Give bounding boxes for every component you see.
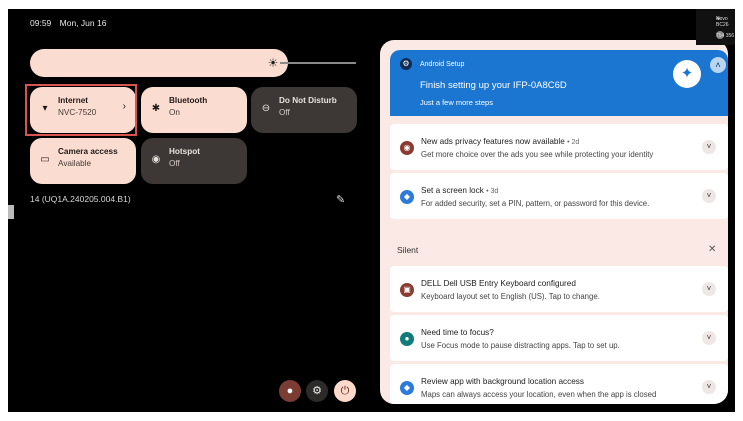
selection-highlight bbox=[25, 84, 137, 136]
notification-ads-privacy[interactable]: ◉ New ads privacy features now available… bbox=[390, 124, 728, 170]
power-icon[interactable]: ⏻ bbox=[334, 380, 356, 402]
bluetooth-icon: ✱ bbox=[151, 103, 161, 114]
overlay-line-1: Novo BC26 bbox=[716, 16, 729, 28]
chevron-down-icon[interactable]: ˅ bbox=[702, 380, 716, 394]
tile-bluetooth-subtitle: On bbox=[169, 108, 180, 117]
tile-camera-access[interactable]: ▭ Camera access Available bbox=[30, 138, 136, 184]
notification-title: DELL Dell USB Entry Keyboard configured bbox=[421, 279, 576, 288]
clock: 09:59 bbox=[30, 18, 52, 28]
brightness-icon[interactable]: ☀ bbox=[266, 56, 280, 70]
hotspot-icon: ◉ bbox=[151, 154, 161, 165]
notification-panel: ⚙ Android Setup Finish setting up your I… bbox=[380, 40, 728, 404]
status-bar: 09:59 Mon, Jun 16 bbox=[30, 18, 112, 28]
notification-desc: For added security, set a PIN, pattern, … bbox=[421, 199, 650, 208]
tile-hotspot-title: Hotspot bbox=[169, 147, 200, 156]
notification-location[interactable]: ◆ Review app with background location ac… bbox=[390, 364, 728, 404]
overlay-line-2: 754 356 bbox=[716, 33, 735, 39]
notification-focus[interactable]: ● Need time to focus? Use Focus mode to … bbox=[390, 315, 728, 361]
shield-icon: ◆ bbox=[400, 381, 414, 395]
tile-bluetooth[interactable]: ✱ Bluetooth On bbox=[141, 87, 247, 133]
setup-subtitle: Just a few more steps bbox=[420, 98, 493, 107]
tile-camera-title: Camera access bbox=[58, 147, 118, 156]
setup-app-name: Android Setup bbox=[420, 61, 465, 68]
tile-do-not-disturb[interactable]: ⊖ Do Not Disturb Off bbox=[251, 87, 357, 133]
chevron-up-icon[interactable]: ˄ bbox=[710, 57, 726, 73]
notification-desc: Get more choice over the ads you see whi… bbox=[421, 150, 654, 159]
notification-keyboard[interactable]: ▣ DELL Dell USB Entry Keyboard configure… bbox=[390, 266, 728, 312]
shield-icon: ◆ bbox=[400, 190, 414, 204]
chevron-down-icon[interactable]: ˅ bbox=[702, 282, 716, 296]
notification-title: Review app with background location acce… bbox=[421, 377, 584, 386]
tile-hotspot-subtitle: Off bbox=[169, 159, 180, 168]
overlay-badge: ⌖ Novo BC26 754 356 bbox=[696, 9, 735, 45]
brightness-track bbox=[280, 62, 356, 64]
notification-title: Set a screen lock • 3d bbox=[421, 186, 498, 195]
notification-title: New ads privacy features now available •… bbox=[421, 137, 579, 146]
tile-camera-subtitle: Available bbox=[58, 159, 92, 168]
close-icon[interactable]: ✕ bbox=[708, 244, 716, 255]
tile-dnd-title: Do Not Disturb bbox=[279, 96, 337, 105]
notification-title: Need time to focus? bbox=[421, 328, 494, 337]
user-icon[interactable]: ● bbox=[279, 380, 301, 402]
left-edge-handle[interactable] bbox=[8, 205, 14, 219]
edit-pencil-icon[interactable]: ✎ bbox=[336, 193, 345, 206]
camera-icon: ▭ bbox=[40, 154, 50, 165]
keyboard-icon: ▣ bbox=[400, 283, 414, 297]
notification-title-text: New ads privacy features now available bbox=[421, 137, 565, 146]
silent-section-header: Silent bbox=[397, 245, 419, 255]
tile-bluetooth-title: Bluetooth bbox=[169, 96, 208, 105]
do-not-disturb-icon: ⊖ bbox=[261, 103, 271, 114]
setup-title: Finish setting up your IFP-0A8C6D bbox=[420, 80, 567, 91]
focus-icon: ● bbox=[400, 332, 414, 346]
chevron-down-icon[interactable]: ˅ bbox=[702, 140, 716, 154]
notification-desc: Use Focus mode to pause distracting apps… bbox=[421, 341, 620, 350]
notification-time: • 2d bbox=[567, 139, 580, 146]
notification-time: • 3d bbox=[486, 188, 499, 195]
build-number: 14 (UQ1A.240205.004.B1) bbox=[30, 194, 131, 204]
android-setup-notification[interactable]: ⚙ Android Setup Finish setting up your I… bbox=[390, 50, 728, 116]
notification-screen-lock[interactable]: ◆ Set a screen lock • 3d For added secur… bbox=[390, 173, 728, 219]
settings-gear-icon[interactable]: ⚙ bbox=[306, 380, 328, 402]
ads-privacy-icon: ◉ bbox=[400, 141, 414, 155]
android-setup-icon: ⚙ bbox=[400, 58, 412, 70]
chevron-down-icon[interactable]: ˅ bbox=[702, 189, 716, 203]
tile-dnd-subtitle: Off bbox=[279, 108, 290, 117]
quick-settings-screen: 09:59 Mon, Jun 16 ☀ ▾ Internet NVC-7520 … bbox=[8, 9, 735, 412]
magic-wand-icon: ✦ bbox=[673, 60, 701, 88]
notification-desc: Maps can always access your location, ev… bbox=[421, 390, 657, 399]
brightness-slider[interactable] bbox=[30, 49, 288, 77]
tile-hotspot[interactable]: ◉ Hotspot Off bbox=[141, 138, 247, 184]
notification-desc: Keyboard layout set to English (US). Tap… bbox=[421, 292, 600, 301]
date: Mon, Jun 16 bbox=[59, 18, 107, 28]
chevron-down-icon[interactable]: ˅ bbox=[702, 331, 716, 345]
notification-title-text: Set a screen lock bbox=[421, 186, 484, 195]
